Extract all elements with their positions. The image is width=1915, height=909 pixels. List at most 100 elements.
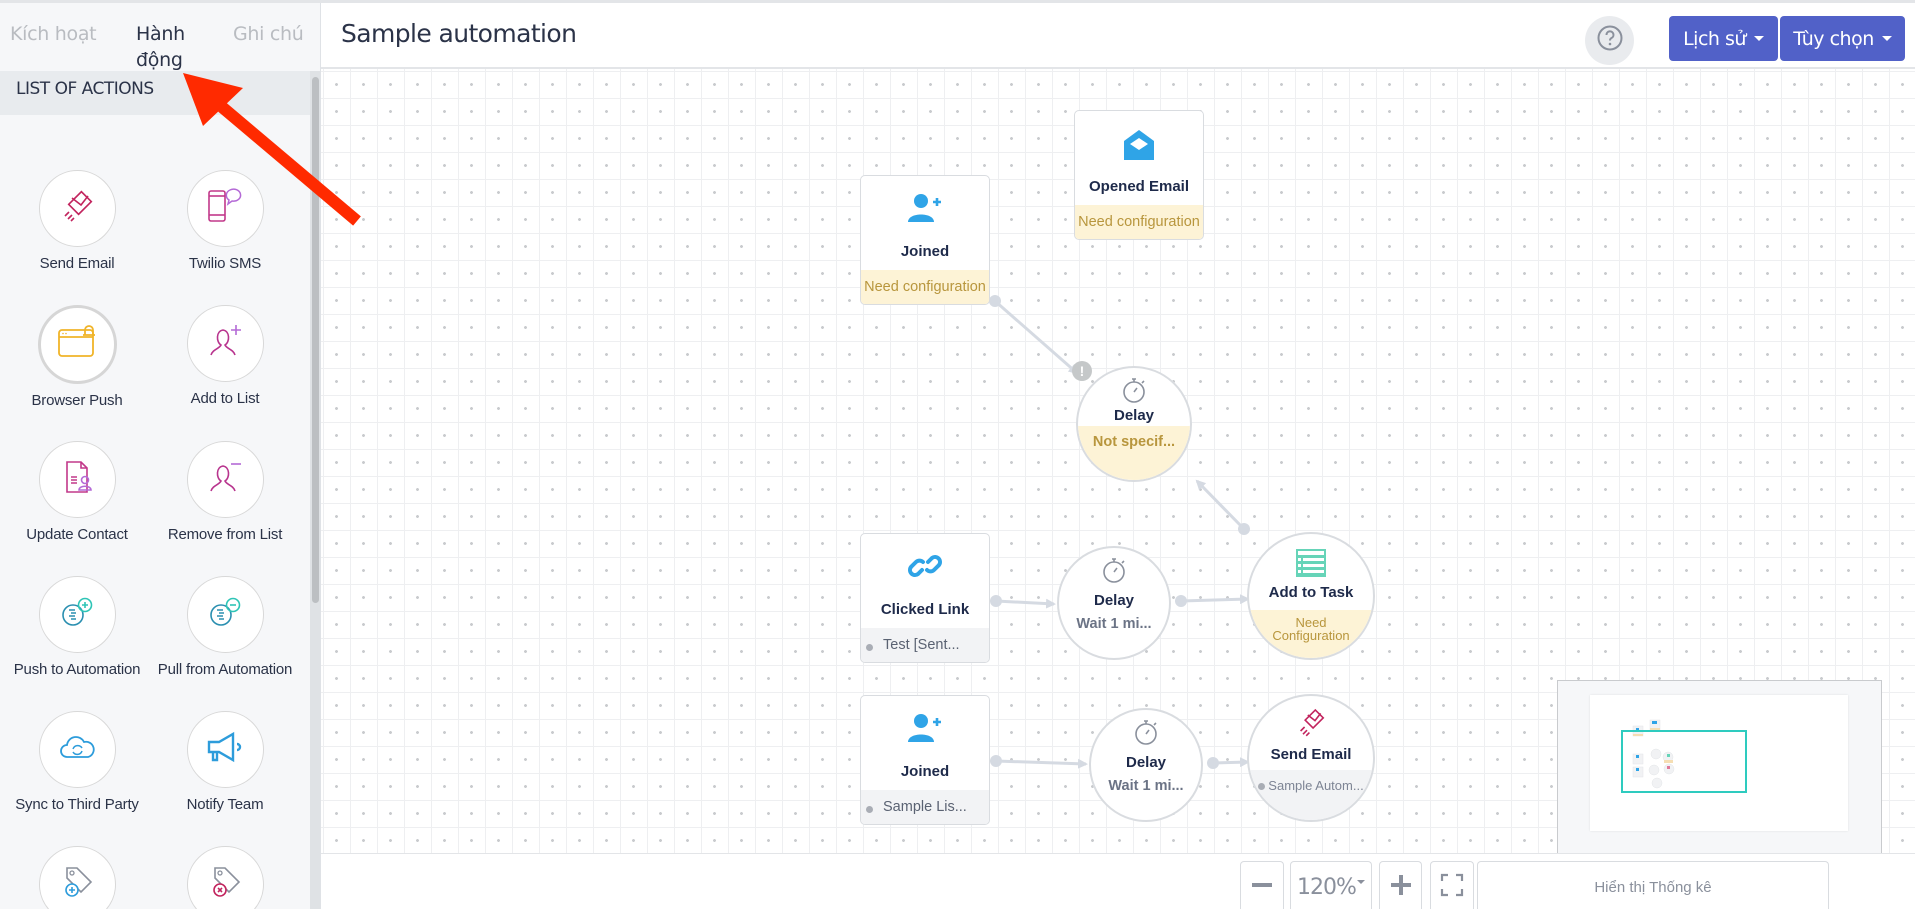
node-title: Delay [1093,592,1135,609]
action-label: Notify Team [186,796,264,813]
node-title: Send Email [1270,746,1352,763]
update-contact-icon [57,457,97,502]
stopwatch-icon [1120,376,1148,409]
zoom-in-button[interactable] [1379,861,1422,909]
plus-icon [1390,874,1412,901]
fit-screen-button[interactable] [1430,861,1474,909]
task-list-icon [1295,548,1327,583]
tab-actions[interactable]: Hành động [136,21,196,73]
node-status-area: Not specif... [1078,426,1190,480]
action-label: Twilio SMS [188,255,262,272]
pull-automation-icon [205,592,245,637]
sidebar-scrollbar-thumb[interactable] [312,77,319,603]
megaphone-icon [203,727,247,772]
history-button[interactable]: Lịch sử [1669,16,1778,61]
page-title: Sample automation [341,19,577,48]
app-window: Kích hoạt Hành động Ghi chú LIST OF ACTI… [0,0,1915,909]
action-send-email[interactable]: Send Email [3,170,151,272]
node-joined-trigger[interactable]: Joined Need configuration [860,175,990,305]
action-label: Add to List [190,390,260,407]
node-status-area: Need Configuration [1249,610,1373,658]
minimap-canvas [1590,695,1848,831]
node-delay-wait-1[interactable]: Delay Wait 1 mi... [1057,546,1171,660]
history-label: Lịch sử [1683,27,1746,50]
options-label: Tùy chọn [1793,27,1874,50]
node-title: Opened Email [1088,178,1190,195]
action-icon-circle [38,576,116,653]
node-joined-trigger-2[interactable]: Joined Sample Lis... [860,695,990,825]
action-sync-third-party[interactable]: Sync to Third Party [3,711,151,813]
node-status-line: Configuration [1272,628,1350,643]
edge-addtask-to-delay [1195,479,1250,535]
help-button[interactable] [1585,16,1634,65]
action-remove-tag[interactable] [151,846,299,909]
minimap-viewport[interactable] [1621,730,1747,793]
node-title: Add to Task [1268,584,1354,601]
action-label: Push to Automation [13,661,141,678]
question-icon [1596,24,1624,57]
stopwatch-icon [1132,718,1160,751]
cloud-sync-icon [55,727,99,772]
sidebar: Kích hoạt Hành động Ghi chú LIST OF ACTI… [0,3,321,909]
action-icon-circle [186,305,264,382]
zoom-out-button[interactable] [1240,861,1284,909]
node-detail: Sample Autom... [1249,778,1373,793]
add-user-icon [203,321,247,366]
node-opened-email-trigger[interactable]: Opened Email Need configuration [1074,110,1204,240]
browser-push-icon [55,322,99,367]
action-notify-team[interactable]: Notify Team [151,711,299,813]
node-add-to-task[interactable]: Add to Task Need Configuration [1247,532,1375,660]
action-icon-circle [186,170,264,247]
show-stats-button[interactable]: Hiển thị Thống kê [1477,861,1829,909]
workflow-canvas[interactable]: Joined Need configuration Opened Email N… [321,69,1915,853]
node-title: Joined [900,763,950,780]
action-update-contact[interactable]: Update Contact [3,441,151,543]
action-remove-from-list[interactable]: Remove from List [151,441,299,543]
caret-down-icon [1753,36,1764,41]
zoom-level-select[interactable]: 120% [1290,861,1372,909]
envelope-open-icon [1121,127,1157,168]
node-clicked-link-trigger[interactable]: Clicked Link Test [Sent... [860,533,990,663]
action-browser-push[interactable]: Browser Push [3,305,151,409]
action-icon-circle [186,441,264,518]
action-icon-circle [38,711,116,788]
action-twilio-sms[interactable]: Twilio SMS [151,170,299,272]
node-delay-wait-2[interactable]: Delay Wait 1 mi... [1089,708,1203,822]
edge-delay-to-sendemail [1207,757,1250,769]
caret-down-icon [1356,879,1365,884]
action-label: Remove from List [167,526,283,543]
action-pull-from-automation[interactable]: Pull from Automation [151,576,299,678]
remove-user-icon [203,457,247,502]
node-detail-text: Test [Sent... [883,637,960,653]
edge-clickedlink-to-delay [990,595,1056,609]
user-plus-icon [907,192,943,229]
action-label: Browser Push [31,392,123,409]
action-add-to-list[interactable]: Add to List [151,305,299,407]
node-send-email[interactable]: Send Email Sample Autom... [1247,694,1375,822]
node-detail: Test [Sent... [861,628,989,662]
list-of-actions-header: LIST OF ACTIONS [0,71,310,115]
node-status: Need configuration [861,270,989,304]
minimap[interactable] [1557,680,1882,853]
action-push-to-automation[interactable]: Push to Automation [3,576,151,678]
sidebar-tabs: Kích hoạt Hành động Ghi chú [0,3,320,71]
node-detail-text: Sample Autom... [1268,778,1364,793]
sms-icon [203,186,247,231]
status-dot [866,806,873,813]
tab-triggers[interactable]: Kích hoạt [10,21,97,47]
node-delay-not-specified[interactable]: Delay Not specif... [1076,366,1192,482]
canvas-toolbar: 120% Hiển thị Thống kê [321,853,1915,909]
node-status: Not specif... [1092,434,1176,450]
edge-joined-to-delay [989,295,1079,375]
node-subtitle: Wait 1 mi... [1076,616,1152,632]
action-add-tag[interactable] [3,846,151,909]
node-detail-text: Sample Lis... [883,799,967,815]
tab-notes[interactable]: Ghi chú [233,21,304,47]
node-title: Delay [1113,407,1155,424]
node-detail: Sample Lis... [861,790,989,824]
push-automation-icon [57,592,97,637]
status-dot [866,644,873,651]
options-button[interactable]: Tùy chọn [1780,16,1905,61]
node-subtitle: Wait 1 mi... [1108,778,1184,794]
action-icon-circle [186,846,264,909]
